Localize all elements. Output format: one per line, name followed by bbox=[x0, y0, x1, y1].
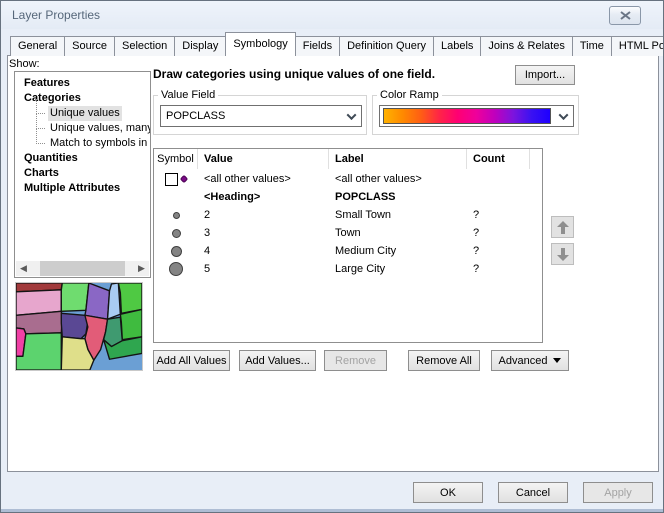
header-value: Value bbox=[198, 149, 329, 169]
chevron-down-icon bbox=[341, 106, 361, 126]
table-header-row: Symbol Value Label Count bbox=[154, 149, 542, 169]
table-row-small-town[interactable]: 2 Small Town ? bbox=[154, 207, 542, 223]
tab-source[interactable]: Source bbox=[64, 36, 115, 56]
point-symbol-icon[interactable] bbox=[172, 229, 181, 238]
color-ramp-group: Color Ramp bbox=[372, 89, 579, 135]
window-bottom-edge bbox=[1, 509, 663, 512]
add-values-button[interactable]: Add Values... bbox=[239, 350, 316, 371]
tab-time[interactable]: Time bbox=[572, 36, 612, 56]
chevron-down-icon bbox=[553, 106, 573, 126]
tab-selection[interactable]: Selection bbox=[114, 36, 175, 56]
point-symbol-icon[interactable] bbox=[171, 246, 182, 257]
close-button[interactable] bbox=[609, 6, 641, 25]
table-row-medium-city[interactable]: 4 Medium City ? bbox=[154, 243, 542, 259]
tab-general[interactable]: General bbox=[10, 36, 65, 56]
header-symbol: Symbol bbox=[154, 149, 198, 169]
value-field-dropdown[interactable]: POPCLASS bbox=[160, 105, 362, 127]
value-field-value: POPCLASS bbox=[161, 110, 341, 122]
layer-properties-dialog: Layer Properties General Source Selectio… bbox=[0, 0, 664, 513]
advanced-button[interactable]: Advanced bbox=[491, 350, 569, 371]
table-row-town[interactable]: 3 Town ? bbox=[154, 225, 542, 241]
dropdown-arrow-icon bbox=[553, 358, 561, 363]
add-all-values-button[interactable]: Add All Values bbox=[153, 350, 230, 371]
tab-definition-query[interactable]: Definition Query bbox=[339, 36, 434, 56]
remove-button[interactable]: Remove bbox=[324, 350, 387, 371]
method-description: Draw categories using unique values of o… bbox=[153, 67, 435, 81]
header-label: Label bbox=[329, 149, 467, 169]
table-row-all-other-values[interactable]: <all other values> <all other values> bbox=[154, 171, 542, 187]
tab-display[interactable]: Display bbox=[174, 36, 226, 56]
window-title: Layer Properties bbox=[12, 8, 100, 22]
title-bar: Layer Properties bbox=[1, 1, 663, 29]
all-other-values-checkbox[interactable] bbox=[165, 173, 178, 186]
color-ramp-label: Color Ramp bbox=[377, 89, 442, 101]
tree-item-features[interactable]: Features bbox=[15, 76, 150, 91]
close-icon bbox=[620, 11, 631, 20]
remove-all-button[interactable]: Remove All bbox=[408, 350, 480, 371]
apply-button[interactable]: Apply bbox=[583, 482, 653, 503]
color-ramp-dropdown[interactable] bbox=[379, 105, 574, 127]
tab-html-popup[interactable]: HTML Popup bbox=[611, 36, 664, 56]
cancel-button[interactable]: Cancel bbox=[498, 482, 568, 503]
value-field-label: Value Field bbox=[158, 89, 218, 101]
show-label: Show: bbox=[9, 58, 40, 70]
point-symbol-icon[interactable] bbox=[180, 175, 188, 183]
point-symbol-icon[interactable] bbox=[169, 262, 183, 276]
scroll-right-icon[interactable]: ▶ bbox=[134, 261, 149, 276]
tree-item-charts[interactable]: Charts bbox=[15, 166, 150, 181]
tree-horizontal-scrollbar[interactable]: ◀ ▶ bbox=[16, 261, 149, 276]
table-row-large-city[interactable]: 5 Large City ? bbox=[154, 261, 542, 277]
scroll-left-icon[interactable]: ◀ bbox=[16, 261, 31, 276]
header-count: Count bbox=[467, 149, 530, 169]
value-field-group: Value Field POPCLASS bbox=[153, 89, 367, 135]
scrollbar-thumb[interactable] bbox=[40, 261, 125, 276]
show-tree: Features Categories Unique values Unique… bbox=[14, 71, 151, 278]
arrow-up-icon bbox=[557, 221, 569, 234]
point-symbol-icon[interactable] bbox=[173, 212, 180, 219]
tree-item-multiple-attributes[interactable]: Multiple Attributes bbox=[15, 181, 150, 196]
tab-fields[interactable]: Fields bbox=[295, 36, 340, 56]
table-row-heading[interactable]: <Heading> POPCLASS bbox=[154, 189, 542, 205]
move-down-button[interactable] bbox=[551, 243, 574, 265]
move-up-button[interactable] bbox=[551, 216, 574, 238]
ok-button[interactable]: OK bbox=[413, 482, 483, 503]
arrow-down-icon bbox=[557, 248, 569, 261]
tree-item-match-to-symbols[interactable]: Match to symbols in a bbox=[15, 136, 150, 151]
tab-strip: General Source Selection Display Symbolo… bbox=[10, 34, 664, 56]
import-button[interactable]: Import... bbox=[515, 65, 575, 85]
tab-joins-relates[interactable]: Joins & Relates bbox=[480, 36, 572, 56]
categories-table: Symbol Value Label Count <all other valu… bbox=[153, 148, 543, 343]
color-ramp-swatch bbox=[383, 108, 551, 124]
tab-symbology[interactable]: Symbology bbox=[225, 32, 295, 56]
tab-labels[interactable]: Labels bbox=[433, 36, 481, 56]
map-preview-thumbnail bbox=[15, 282, 143, 371]
tree-item-quantities[interactable]: Quantities bbox=[15, 151, 150, 166]
